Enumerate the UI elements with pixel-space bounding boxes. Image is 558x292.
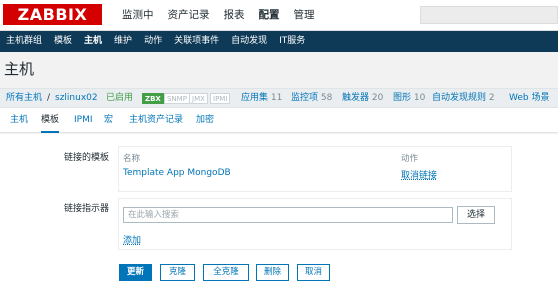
jmx-availability-badge: JMX [189, 93, 208, 104]
top-bar: ZABBIX 监测中 资产记录 报表 配置 管理 [0, 0, 558, 31]
host-web-link[interactable]: Web 场景 [509, 89, 549, 107]
tab-ipmi[interactable]: IPMI [74, 108, 93, 133]
triggers-count: 20 [371, 93, 384, 103]
unlink-button[interactable]: 取消链接 [401, 168, 437, 181]
host-items-link[interactable]: 监控项 58 [291, 89, 332, 107]
triggers-label: 触发器 [342, 93, 370, 103]
delete-button[interactable]: 删除 [256, 264, 289, 281]
discovery-count: 2 [488, 93, 495, 103]
global-search-input[interactable] [420, 6, 558, 24]
submenu-host-groups[interactable]: 主机群组 [0, 31, 48, 52]
tab-templates[interactable]: 模板 [41, 108, 60, 133]
breadcrumb-separator: / [47, 93, 51, 103]
breadcrumb-all-hosts[interactable]: 所有主机 [6, 89, 42, 107]
tab-host[interactable]: 主机 [10, 108, 28, 133]
tab-encryption[interactable]: 加密 [196, 108, 214, 133]
menu-monitoring[interactable]: 监测中 [115, 0, 161, 31]
submenu-maintenance[interactable]: 维护 [108, 31, 138, 52]
linked-template-name[interactable]: Template App MongoDB [123, 168, 231, 178]
update-button[interactable]: 更新 [119, 264, 152, 281]
submenu-discovery[interactable]: 自动发现 [225, 31, 273, 52]
breadcrumb-host-name[interactable]: szlinux02 [55, 89, 98, 107]
column-name-header: 名称 [123, 154, 141, 164]
host-status[interactable]: 已启用 [106, 89, 133, 107]
menu-configuration[interactable]: 配置 [252, 0, 287, 31]
linked-templates-table: 名称 动作 Template App MongoDB 取消链接 [118, 146, 512, 192]
menu-administration[interactable]: 管理 [287, 0, 322, 31]
submenu-actions[interactable]: 动作 [138, 31, 168, 52]
items-count: 58 [320, 93, 333, 103]
link-indicator-label: 链接指示器 [64, 204, 110, 214]
host-discovery-link[interactable]: 自动发现规则 2 [432, 89, 495, 107]
host-applications-link[interactable]: 应用集 11 [241, 89, 282, 107]
graphs-count: 10 [413, 93, 426, 103]
menu-reports[interactable]: 报表 [217, 0, 252, 31]
select-button[interactable]: 选择 [457, 206, 495, 224]
add-link[interactable]: 添加 [123, 233, 141, 246]
tab-macros[interactable]: 宏 [104, 108, 113, 133]
link-new-templates-box: 在此输入搜索 选择 添加 [118, 198, 512, 250]
host-breadcrumb-bar: 所有主机 / szlinux02 已启用 ZBX SNMP JMX IPMI 应… [0, 88, 558, 108]
applications-label: 应用集 [241, 93, 269, 103]
cancel-button[interactable]: 取消 [297, 264, 330, 281]
submenu-hosts[interactable]: 主机 [78, 31, 108, 52]
tab-inventory[interactable]: 主机资产记录 [129, 108, 183, 133]
submenu-correlation[interactable]: 关联项事件 [168, 31, 225, 52]
submenu-it-services[interactable]: IT服务 [273, 31, 311, 52]
sub-menu: 主机群组 模板 主机 维护 动作 关联项事件 自动发现 IT服务 [0, 31, 558, 52]
submenu-templates[interactable]: 模板 [48, 31, 78, 52]
top-menu: 监测中 资产记录 报表 配置 管理 [115, 0, 322, 31]
full-clone-button[interactable]: 全克隆 [203, 264, 249, 281]
items-label: 监控项 [291, 93, 319, 103]
ipmi-availability-badge: IPMI [210, 93, 231, 104]
discovery-label: 自动发现规则 [432, 93, 487, 103]
linked-templates-label: 链接的模板 [64, 153, 110, 163]
host-tabs: 主机 模板 IPMI 宏 主机资产记录 加密 [0, 108, 558, 133]
page-title: 主机 [4, 60, 35, 78]
clone-button[interactable]: 克隆 [160, 264, 195, 281]
host-triggers-link[interactable]: 触发器 20 [342, 89, 383, 107]
templates-form: 链接的模板 名称 动作 Template App MongoDB 取消链接 链接… [0, 134, 558, 292]
template-search-input[interactable]: 在此输入搜索 [123, 207, 453, 223]
host-graphs-link[interactable]: 图形 10 [393, 89, 425, 107]
zabbix-logo[interactable]: ZABBIX [3, 4, 102, 25]
applications-count: 11 [270, 93, 283, 103]
menu-inventory[interactable]: 资产记录 [161, 0, 217, 31]
graphs-label: 图形 [393, 93, 412, 103]
column-action-header: 动作 [401, 154, 419, 164]
snmp-availability-badge: SNMP [164, 93, 190, 104]
zbx-availability-badge: ZBX [142, 93, 164, 104]
